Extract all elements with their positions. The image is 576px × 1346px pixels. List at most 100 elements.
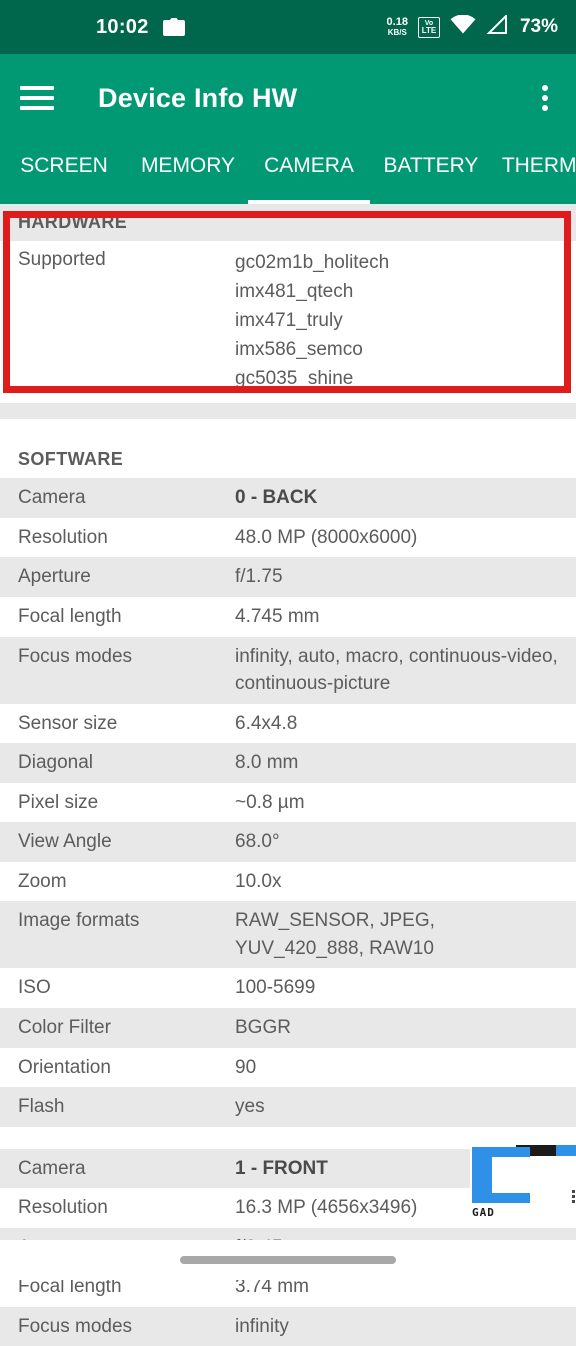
overflow-dot <box>542 85 548 91</box>
row-key: Diagonal <box>18 752 93 774</box>
row-key: Flash <box>18 1096 65 1118</box>
signal-icon <box>486 13 508 39</box>
row-key: Aperture <box>18 566 91 588</box>
table-row: Image formats RAW_SENSOR, JPEG, YUV_420_… <box>0 901 576 969</box>
supported-sensor: imx481_qtech <box>235 280 354 302</box>
app-bar: Device Info HW <box>0 54 576 142</box>
row-key: Focal length <box>18 606 122 628</box>
tab-thermal[interactable]: THERMAL <box>492 142 576 204</box>
tab-label: BATTERY <box>383 154 479 177</box>
row-key: Focus modes <box>18 645 133 667</box>
row-key: Focus modes <box>18 1315 133 1337</box>
table-row: Diagonal 8.0 mm <box>0 743 576 783</box>
row-value: 8.0 mm <box>235 752 299 774</box>
tab-label: SCREEN <box>20 154 108 177</box>
volte-icon: Vo LTE <box>417 16 440 38</box>
hardware-section-heading: HARDWARE <box>0 204 576 241</box>
status-clock: 10:02 <box>96 15 149 38</box>
camera-icon <box>162 18 185 36</box>
row-value: RAW_SENSOR, JPEG, YUV_420_888, RAW10 <box>235 910 435 959</box>
status-bar-left: 10:02 <box>18 16 387 39</box>
watermark-c-glyph <box>472 1147 534 1203</box>
table-row: ISO 100-5699 <box>0 968 576 1009</box>
page-title: Device Info HW <box>98 82 298 113</box>
row-value: 68.0° <box>235 831 280 853</box>
table-row: Focus modes infinity <box>0 1306 576 1346</box>
status-bar: 10:02 0.18 KB/S Vo LTE 73% <box>0 0 576 54</box>
table-row: Color Filter BGGR <box>0 1008 576 1048</box>
table-row: Aperture f/1.75 <box>0 557 576 598</box>
table-row: Focus modes infinity, auto, macro, conti… <box>0 636 576 704</box>
row-key: ISO <box>18 977 51 999</box>
tab-label: MEMORY <box>140 154 236 177</box>
network-speed-indicator: 0.18 KB/S <box>387 17 408 37</box>
hamburger-icon[interactable] <box>20 86 54 110</box>
table-row: Sensor size 6.4x4.8 <box>0 703 576 744</box>
tab-camera[interactable]: CAMERA <box>248 142 370 204</box>
row-value: 100-5699 <box>235 977 316 999</box>
row-key: Resolution <box>18 526 108 548</box>
supported-sensor: imx586_semco <box>235 338 363 360</box>
status-bar-right: 0.18 KB/S Vo LTE 73% <box>387 13 558 39</box>
supported-sensor: imx471_truly <box>235 309 343 331</box>
hardware-supported-label: Supported <box>18 249 106 270</box>
row-value: BGGR <box>235 1017 291 1039</box>
row-key: Orientation <box>18 1056 111 1078</box>
hamburger-bar <box>20 86 54 90</box>
tab-bar: SCREEN MEMORY CAMERA BATTERY THERMAL <box>0 142 576 204</box>
table-row: View Angle 68.0° <box>0 822 576 862</box>
wifi-icon <box>450 14 476 39</box>
table-row: Resolution 48.0 MP (8000x6000) <box>0 517 576 558</box>
network-speed-unit: KB/S <box>387 28 407 37</box>
section-gap <box>0 419 576 442</box>
battery-percent: 73% <box>519 16 558 37</box>
tab-battery[interactable]: BATTERY <box>370 142 492 204</box>
supported-sensor: gc5035_shine <box>235 367 354 389</box>
network-speed-value: 0.18 <box>386 16 408 28</box>
row-value: 10.0x <box>235 870 282 892</box>
row-key: Color Filter <box>18 1017 111 1039</box>
row-value: infinity, auto, macro, continuous-video,… <box>235 645 558 695</box>
camera-group-back: Camera 0 - BACK Resolution 48.0 MP (8000… <box>0 478 576 1127</box>
table-row: Camera 0 - BACK <box>0 478 576 518</box>
hardware-section-tail <box>0 403 576 420</box>
tab-label: THERMAL <box>501 154 576 177</box>
hardware-supported-values: gc02m1b_holitech imx481_qtech imx471_tru… <box>235 249 576 393</box>
supported-sensor: gc02m1b_holitech <box>235 252 390 273</box>
row-value: 4.745 mm <box>235 606 320 628</box>
table-row: Flash yes <box>0 1087 576 1127</box>
hamburger-bar <box>20 96 54 100</box>
row-key: Resolution <box>18 1197 108 1219</box>
overflow-dot <box>542 95 548 101</box>
watermark-logo: GAD <box>460 1140 576 1218</box>
overflow-menu-icon[interactable] <box>542 85 548 111</box>
tab-label: CAMERA <box>264 154 354 177</box>
watermark-bar-blue <box>556 1145 576 1156</box>
volte-label-bottom: LTE <box>421 25 437 35</box>
row-key: Pixel size <box>18 791 99 813</box>
row-value: yes <box>235 1096 265 1118</box>
row-key: Camera <box>18 487 86 509</box>
tab-memory[interactable]: MEMORY <box>128 142 248 204</box>
row-value: infinity <box>235 1315 289 1337</box>
hamburger-bar <box>20 106 54 110</box>
row-value: 90 <box>235 1056 257 1078</box>
row-key: Camera <box>18 1157 86 1179</box>
table-row: Zoom 10.0x <box>0 861 576 902</box>
table-row: Focal length 4.745 mm <box>0 597 576 637</box>
tab-screen[interactable]: SCREEN <box>0 142 128 204</box>
software-section-heading: SOFTWARE <box>0 441 576 479</box>
row-value: 0 - BACK <box>235 487 318 509</box>
row-value: f/1.75 <box>235 566 283 588</box>
gesture-nav-pill[interactable] <box>180 1256 396 1264</box>
row-key: Image formats <box>18 910 140 932</box>
row-value: 6.4x4.8 <box>235 712 298 734</box>
table-row: Pixel size ~0.8 µm <box>0 782 576 823</box>
row-key: View Angle <box>18 831 112 853</box>
hardware-supported-row: Supported gc02m1b_holitech imx481_qtech … <box>0 241 576 403</box>
row-key: Sensor size <box>18 712 118 734</box>
watermark-dots <box>572 1190 575 1204</box>
row-value: 48.0 MP (8000x6000) <box>235 526 418 548</box>
table-row: Orientation 90 <box>0 1047 576 1088</box>
overflow-dot <box>542 105 548 111</box>
